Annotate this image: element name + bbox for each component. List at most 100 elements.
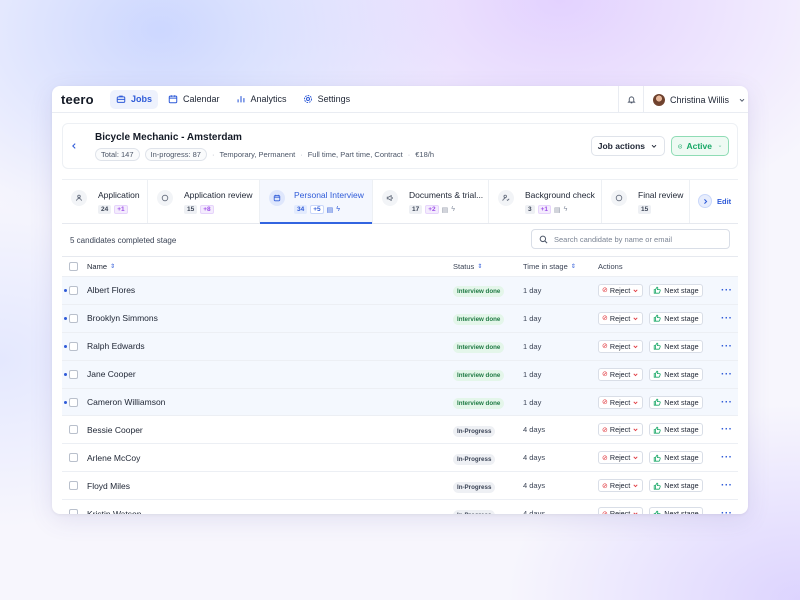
row-checkbox[interactable] [69,369,78,379]
reject-button[interactable]: ⊘Reject [598,395,644,409]
nav-jobs[interactable]: Jobs [110,89,159,109]
row-checkbox[interactable] [69,425,78,435]
row-checkbox[interactable] [69,285,78,295]
reject-button[interactable]: ⊘Reject [598,507,644,514]
chevron-down-icon [651,144,657,148]
candidate-name[interactable]: Ralph Edwards [87,341,145,351]
candidate-name[interactable]: Kristin Watson [87,509,141,514]
more-options-button[interactable]: ··· [721,480,733,491]
table-row[interactable]: Bessie Cooper In-Progress 4 days ⊘ Reject Nex… [62,416,738,445]
status-badge: In-Progress [453,509,496,514]
table-row[interactable]: Ralph Edwards Interview done 1 day ⊘ Reject N… [62,332,738,361]
more-options-button[interactable]: ··· [721,341,733,352]
job-actions-button[interactable]: Job actions [590,136,665,156]
search-input[interactable] [554,234,724,244]
stage-name: Application review [184,190,253,200]
next-stage-label: Next stage [664,425,699,435]
reject-button[interactable]: ⊘Reject [598,339,644,353]
candidate-name[interactable]: Brooklyn Simmons [87,313,158,323]
thumbs-up-icon [654,370,661,378]
table-row[interactable]: Jane Cooper Interview done 1 day ⊘ Reject Nex… [62,360,738,389]
row-checkbox[interactable] [69,313,78,323]
more-options-button[interactable]: ··· [721,285,733,296]
stage-tab-background-check[interactable]: Background check 3 +1 ▤ ϟ [489,180,602,223]
table-row[interactable]: Brooklyn Simmons Interview done 1 day ⊘ Reje… [62,304,738,333]
nav-analytics[interactable]: Analytics [230,90,293,109]
stage-tab-personal-interview[interactable]: Personal Interview 34 +5 ▤ ϟ [260,180,373,224]
candidate-name[interactable]: Jane Cooper [87,369,136,379]
back-button[interactable] [63,142,85,150]
more-options-button[interactable]: ··· [721,424,733,435]
user-menu[interactable]: Christina Willis [643,86,748,113]
stage-tab-documents-trial[interactable]: Documents & trial... 17 +2 ▤ ϟ [373,180,489,223]
check-circle-icon [678,143,683,149]
candidate-name[interactable]: Bessie Cooper [87,425,143,435]
time-column-header[interactable]: Time in stage ⇕ [523,262,576,271]
reject-button[interactable]: ⊘Reject [598,451,644,465]
stage-counts: 15 +8 [184,205,259,214]
table-row[interactable]: Cameron Williamson Interview done 1 day ⊘ Re… [62,388,738,417]
nav-analytics-label: Analytics [250,94,287,104]
next-stage-button[interactable]: Next stage [649,451,703,465]
select-all-checkbox[interactable] [69,262,78,271]
time-in-stage: 1 day [523,397,542,407]
next-stage-button[interactable]: Next stage [649,311,703,325]
next-stage-button[interactable]: Next stage [649,507,703,514]
notifications-button[interactable] [618,86,643,113]
edit-stages-link[interactable]: Edit [717,197,731,206]
users-icon [71,190,87,206]
thumbs-up-icon [654,482,661,490]
stages-scroll-right-button[interactable] [698,194,712,208]
table-row[interactable]: Kristin Watson In-Progress 4 days ⊘Reject Ne… [62,500,738,514]
next-stage-button[interactable]: Next stage [649,423,703,437]
table-row[interactable]: Arlene McCoy In-Progress 4 days ⊘ Reject Next… [62,444,738,473]
status-column-header[interactable]: Status ⇕ [453,262,482,271]
candidate-name[interactable]: Cameron Williamson [87,397,165,407]
stage-new-count: +1 [114,205,128,214]
next-stage-button[interactable]: Next stage [649,479,703,493]
candidate-name[interactable]: Floyd Miles [87,481,130,491]
row-checkbox[interactable] [69,341,78,351]
stage-count: 3 [525,205,535,214]
next-stage-button[interactable]: Next stage [649,367,703,381]
more-options-button[interactable]: ··· [721,508,733,514]
next-stage-button[interactable]: Next stage [649,283,703,297]
stage-tab-application[interactable]: Application 24 +1 [62,180,148,223]
comment-icon: ▤ [441,206,449,214]
nav-calendar[interactable]: Calendar [162,90,226,109]
row-checkbox[interactable] [69,397,78,407]
row-checkbox[interactable] [69,481,78,491]
reject-button[interactable]: ⊘Reject [598,283,644,297]
stage-tab-application-review[interactable]: Application review 15 +8 [148,180,260,223]
ban-icon: ⊘ [602,426,608,434]
job-status-button[interactable]: Active [671,136,729,156]
ban-icon: ⊘ [602,287,608,295]
candidate-name[interactable]: Arlene McCoy [87,453,140,463]
name-column-header[interactable]: Name ⇕ [87,262,115,271]
ban-icon: ⊘ [602,482,608,490]
stage-tab-final-review[interactable]: Final review 15 [602,180,690,223]
more-options-button[interactable]: ··· [721,452,733,463]
next-stage-button[interactable]: Next stage [649,339,703,353]
next-stage-label: Next stage [664,509,699,514]
next-stage-button[interactable]: Next stage [649,395,703,409]
table-row[interactable]: Floyd Miles In-Progress 4 days ⊘ Reject Next … [62,472,738,501]
table-row[interactable]: Albert Flores Interview done 1 day ⊘ Reject N… [62,277,738,305]
reject-label: Reject [609,425,631,435]
reject-button[interactable]: ⊘Reject [598,423,644,437]
stage-name: Personal Interview [294,190,364,200]
reject-button[interactable]: ⊘Reject [598,479,644,493]
stage-name: Application [98,190,140,200]
stage-new-count: +5 [310,205,324,214]
search-box[interactable] [531,229,730,249]
row-actions: ⊘Reject Next stage [598,395,703,409]
reject-button[interactable]: ⊘Reject [598,367,644,381]
more-options-button[interactable]: ··· [721,397,733,408]
reject-button[interactable]: ⊘Reject [598,311,644,325]
candidate-name[interactable]: Albert Flores [87,285,135,295]
row-checkbox[interactable] [69,453,78,463]
more-options-button[interactable]: ··· [721,369,733,380]
more-options-button[interactable]: ··· [721,313,733,324]
row-checkbox[interactable] [69,509,78,514]
nav-settings[interactable]: Settings [297,90,357,109]
